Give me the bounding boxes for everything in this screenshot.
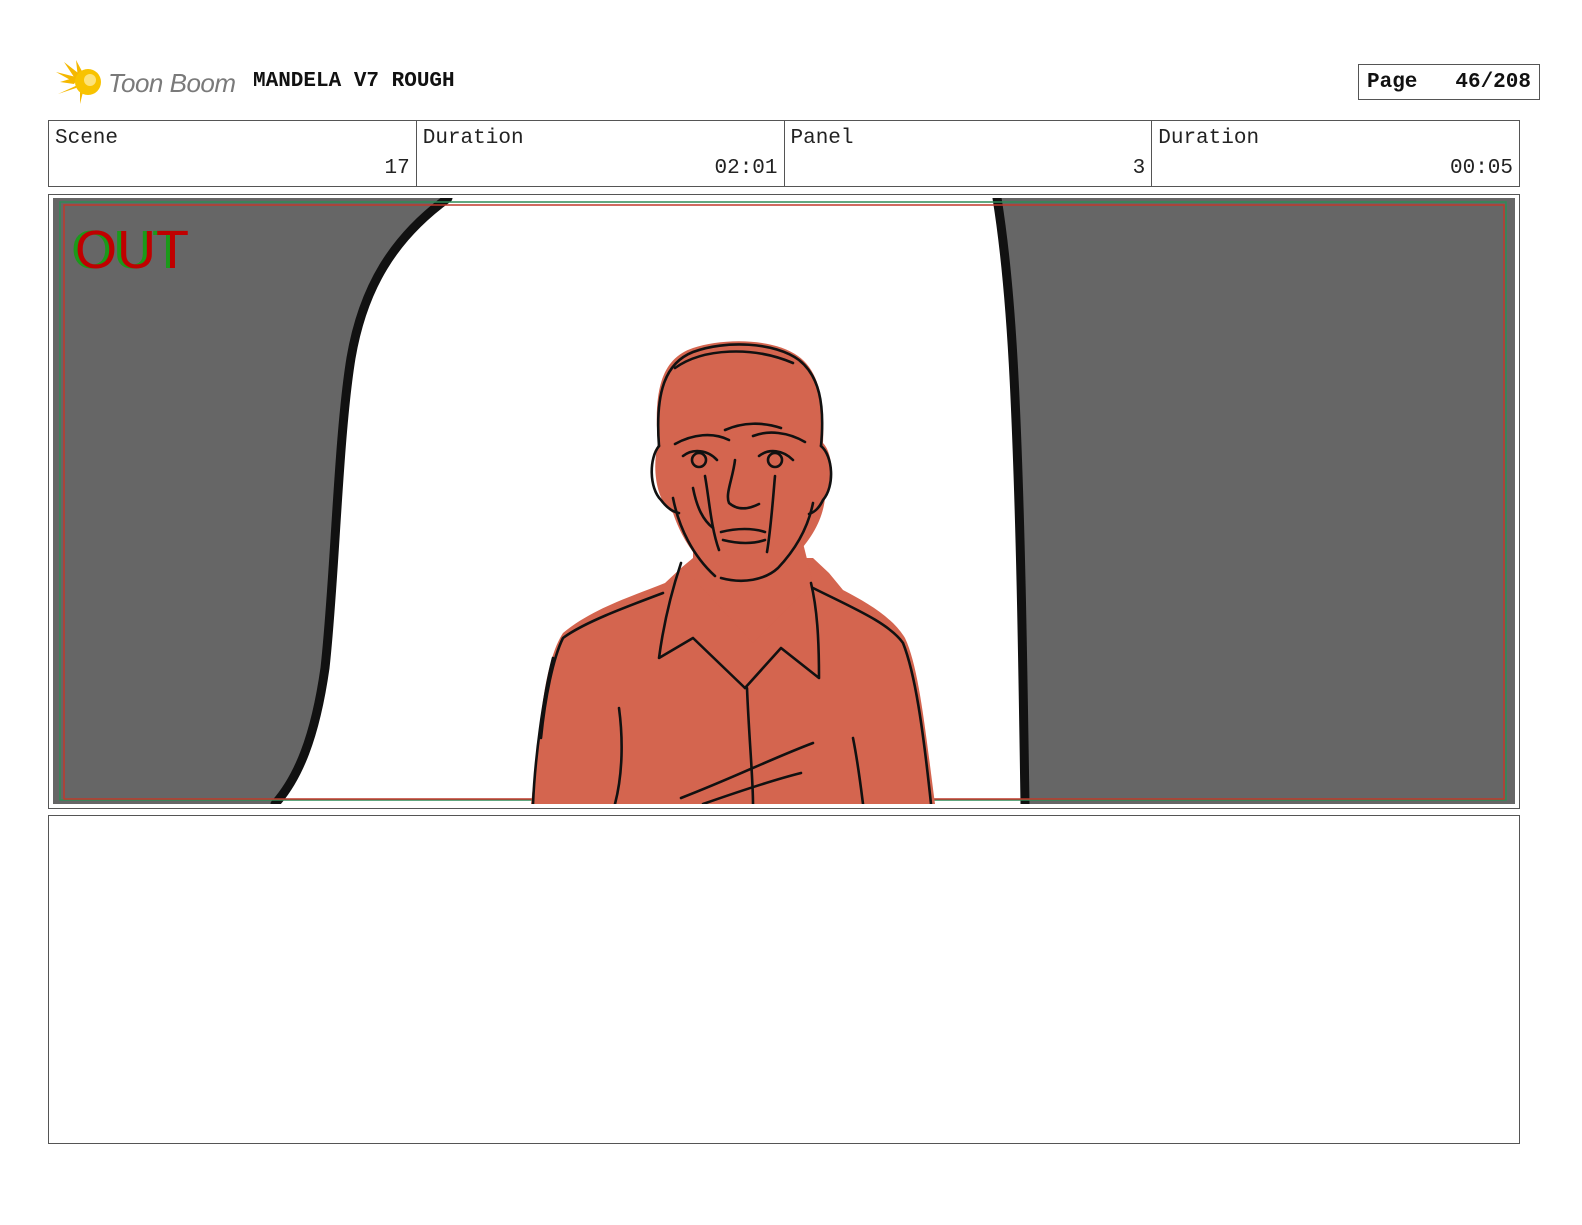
page-label: Page [1367,70,1418,94]
storyboard-panel: OUT OUT [48,194,1520,809]
scene-value: 17 [384,157,410,180]
scene-label: Scene [55,127,119,150]
scene-duration-value: 02:01 [714,157,778,180]
page-header: Toon Boom MANDELA V7 ROUGH Page 46/208 [48,56,1540,108]
page-indicator: Page 46/208 [1358,64,1540,100]
panel-notes-box [48,815,1520,1144]
scene-duration-cell: Duration 02:01 [417,121,785,186]
panel-value: 3 [1132,157,1146,180]
panel-info-table: Scene 17 Duration 02:01 Panel 3 Duration… [48,120,1520,187]
panel-duration-value: 00:05 [1449,157,1513,180]
right-door-shape [997,198,1515,804]
panel-label: Panel [790,127,854,150]
panel-cell: Panel 3 [785,121,1153,186]
logo-wordmark: Toon Boom [108,68,236,98]
toon-boom-logo: Toon Boom [52,58,242,106]
panel-drawing: OUT OUT [53,198,1515,804]
out-overlay-red: OUT [75,220,189,280]
panel-duration-label: Duration [1158,127,1260,150]
page-number: 46/208 [1455,70,1531,94]
panel-duration-cell: Duration 00:05 [1152,121,1519,186]
scene-duration-label: Duration [422,127,524,150]
sun-burst-icon [56,60,101,104]
scene-cell: Scene 17 [49,121,417,186]
project-title: MANDELA V7 ROUGH [253,70,455,93]
